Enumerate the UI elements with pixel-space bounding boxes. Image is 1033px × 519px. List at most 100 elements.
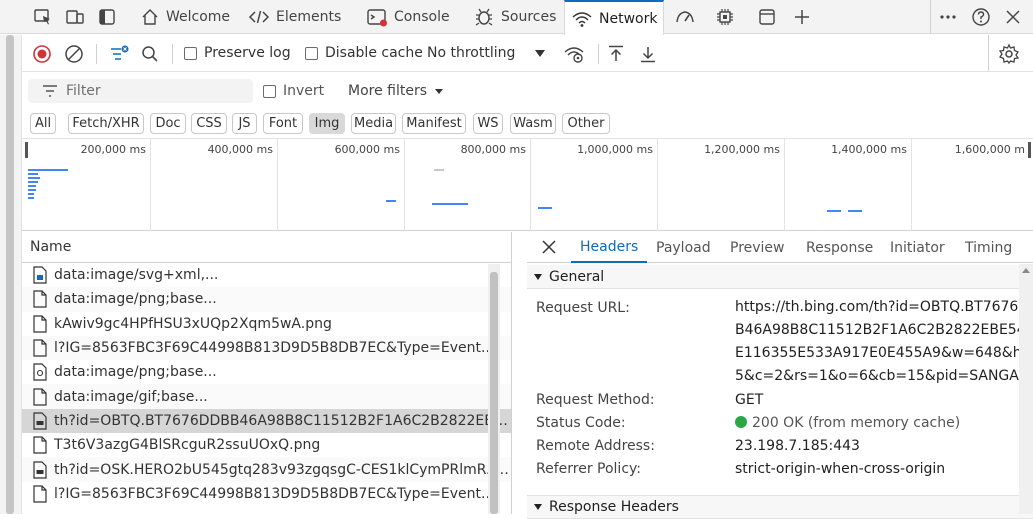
table-row[interactable]: data:image/gif;base... bbox=[22, 384, 511, 409]
preserve-log-checkbox[interactable]: Preserve log bbox=[184, 35, 291, 71]
memory-icon[interactable] bbox=[712, 5, 738, 29]
overview-request-bar bbox=[28, 177, 40, 179]
disable-cache-checkbox[interactable]: Disable cache bbox=[305, 35, 423, 71]
type-filter-all[interactable]: All bbox=[30, 113, 56, 134]
type-filter-manifest[interactable]: Manifest bbox=[402, 113, 466, 134]
tab-console[interactable]: Console bbox=[360, 0, 456, 34]
devtools-tab-bar: Welcome Elements Console Sources Network bbox=[0, 0, 1033, 35]
tab-sources[interactable]: Sources bbox=[467, 0, 562, 34]
disable-cache-check[interactable] bbox=[305, 46, 318, 60]
table-row[interactable]: l?IG=8563FBC3F69C44998B813D9D5B8DB7EC&Ty… bbox=[22, 482, 511, 506]
details-tab-payload[interactable]: Payload bbox=[656, 232, 711, 263]
type-filter-font[interactable]: Font bbox=[263, 113, 303, 134]
svg-file-icon bbox=[32, 266, 48, 284]
close-details-icon[interactable] bbox=[541, 239, 557, 255]
performance-icon[interactable] bbox=[672, 5, 698, 29]
tab-elements[interactable]: Elements bbox=[242, 0, 347, 34]
tab-sources-label: Sources bbox=[501, 9, 557, 25]
inspect-element-icon[interactable] bbox=[30, 5, 56, 29]
details-scrollbar[interactable] bbox=[1019, 264, 1033, 514]
preserve-log-check[interactable] bbox=[184, 46, 197, 60]
application-icon[interactable] bbox=[754, 5, 780, 29]
type-filter-doc[interactable]: Doc bbox=[150, 113, 186, 134]
invert-check[interactable] bbox=[263, 84, 276, 98]
import-har-icon[interactable] bbox=[606, 44, 626, 64]
request-method-label: Request Method: bbox=[536, 392, 655, 408]
resource-type-filter-bar: All Fetch/XHR Doc CSS JS Font Img Media … bbox=[22, 109, 1033, 139]
table-row[interactable]: T3t6V3azgG4BlSRcguR2ssuUOxQ.png bbox=[22, 433, 511, 457]
details-tab-preview[interactable]: Preview bbox=[730, 232, 785, 263]
type-filter-other[interactable]: Other bbox=[562, 113, 610, 134]
name-column-header[interactable]: Name bbox=[22, 232, 511, 263]
network-settings-gear-icon[interactable] bbox=[998, 43, 1020, 65]
left-edge-scrollbar[interactable] bbox=[0, 35, 22, 514]
status-code-label: Status Code: bbox=[536, 415, 626, 431]
overview-left-handle[interactable] bbox=[25, 142, 28, 158]
throttling-select[interactable]: No throttling bbox=[427, 35, 546, 71]
more-filters-label: More filters bbox=[348, 83, 428, 99]
overview-right-handle[interactable] bbox=[1028, 142, 1031, 158]
export-har-icon[interactable] bbox=[638, 44, 658, 64]
request-list-scroll-thumb[interactable] bbox=[490, 272, 498, 514]
general-section-header[interactable]: General bbox=[527, 265, 1033, 289]
table-row-selected[interactable]: th?id=OBTQ.BT7676DDBB46A98B8C11512B2F1A6… bbox=[22, 408, 511, 434]
type-filter-wasm[interactable]: Wasm bbox=[510, 113, 556, 134]
help-icon[interactable] bbox=[968, 5, 994, 29]
toolbar-divider bbox=[96, 44, 97, 64]
details-tab-headers[interactable]: Headers bbox=[571, 232, 648, 263]
type-filter-fetch-xhr[interactable]: Fetch/XHR bbox=[68, 113, 144, 134]
table-row[interactable]: data:image/png;base... bbox=[22, 287, 511, 312]
close-devtools-icon[interactable] bbox=[1000, 5, 1026, 29]
type-filter-img[interactable]: Img bbox=[309, 113, 345, 134]
details-tab-response[interactable]: Response bbox=[806, 232, 873, 263]
table-row[interactable]: th?id=OSK.HERO2bU545gtq283v93zgqsgC-CES1… bbox=[22, 457, 511, 482]
request-method-value: GET bbox=[735, 392, 764, 408]
more-options-icon[interactable] bbox=[935, 5, 961, 29]
table-row[interactable]: data:image/svg+xml,... bbox=[22, 263, 511, 287]
filter-settings-icon[interactable] bbox=[108, 43, 130, 65]
tabbar-divider bbox=[930, 0, 931, 34]
home-icon bbox=[140, 7, 160, 27]
more-filters-dropdown[interactable]: More filters bbox=[348, 73, 444, 109]
type-filter-media[interactable]: Media bbox=[351, 113, 396, 134]
request-name: kAwiv9gc4HPfHSU3xUQp2Xqm5wA.png bbox=[54, 315, 332, 332]
overview-request-bar bbox=[386, 200, 396, 202]
request-list-scrollbar[interactable] bbox=[488, 264, 500, 514]
table-row[interactable]: l?IG=8563FBC3F69C44998B813D9D5B8DB7EC&Ty… bbox=[22, 335, 511, 361]
tab-welcome[interactable]: Welcome bbox=[134, 0, 236, 34]
add-tab-plus-icon[interactable] bbox=[789, 5, 815, 29]
image-file-icon bbox=[32, 412, 48, 430]
table-row[interactable]: data:image/png;base... bbox=[22, 360, 511, 384]
request-url-label: Request URL: bbox=[536, 300, 630, 316]
request-list: Name data:image/svg+xml,... data:image/p… bbox=[22, 232, 512, 514]
left-edge-scroll-thumb[interactable] bbox=[6, 35, 14, 514]
bug-icon bbox=[473, 7, 495, 27]
table-row[interactable]: kAwiv9gc4HPfHSU3xUQp2Xqm5wA.png bbox=[22, 312, 511, 336]
response-headers-section-header[interactable]: Response Headers bbox=[527, 495, 1033, 519]
device-toolbar-icon[interactable] bbox=[62, 5, 88, 29]
tab-network[interactable]: Network bbox=[564, 0, 664, 35]
type-filter-js[interactable]: JS bbox=[232, 113, 257, 134]
console-icon bbox=[366, 7, 388, 27]
details-tab-timing[interactable]: Timing bbox=[965, 232, 1012, 263]
overview-grid-column: 1,000,000 ms bbox=[531, 139, 658, 231]
record-stop-icon[interactable] bbox=[32, 44, 52, 64]
invert-checkbox[interactable]: Invert bbox=[263, 73, 324, 109]
toolbar-divider bbox=[988, 35, 989, 71]
network-conditions-icon[interactable] bbox=[563, 43, 585, 65]
image-file-icon bbox=[32, 460, 48, 479]
clear-log-icon[interactable] bbox=[64, 44, 84, 64]
code-icon bbox=[248, 7, 270, 27]
toolbar-divider bbox=[598, 44, 599, 64]
scroll-up-arrow-icon[interactable] bbox=[1022, 268, 1030, 273]
overview-grid-column: 400,000 ms bbox=[151, 139, 278, 231]
type-filter-css[interactable]: CSS bbox=[191, 113, 227, 134]
type-filter-ws[interactable]: WS bbox=[473, 113, 503, 134]
details-tab-initiator[interactable]: Initiator bbox=[890, 232, 945, 263]
overview-tick-label: 1,200,000 ms bbox=[704, 143, 780, 156]
filter-input[interactable]: Filter bbox=[28, 79, 253, 103]
search-icon[interactable] bbox=[140, 44, 160, 64]
network-overview-timeline[interactable]: 200,000 ms 400,000 ms 600,000 ms 800,000… bbox=[22, 139, 1033, 231]
dock-side-icon[interactable] bbox=[94, 5, 120, 29]
file-icon bbox=[32, 388, 48, 406]
